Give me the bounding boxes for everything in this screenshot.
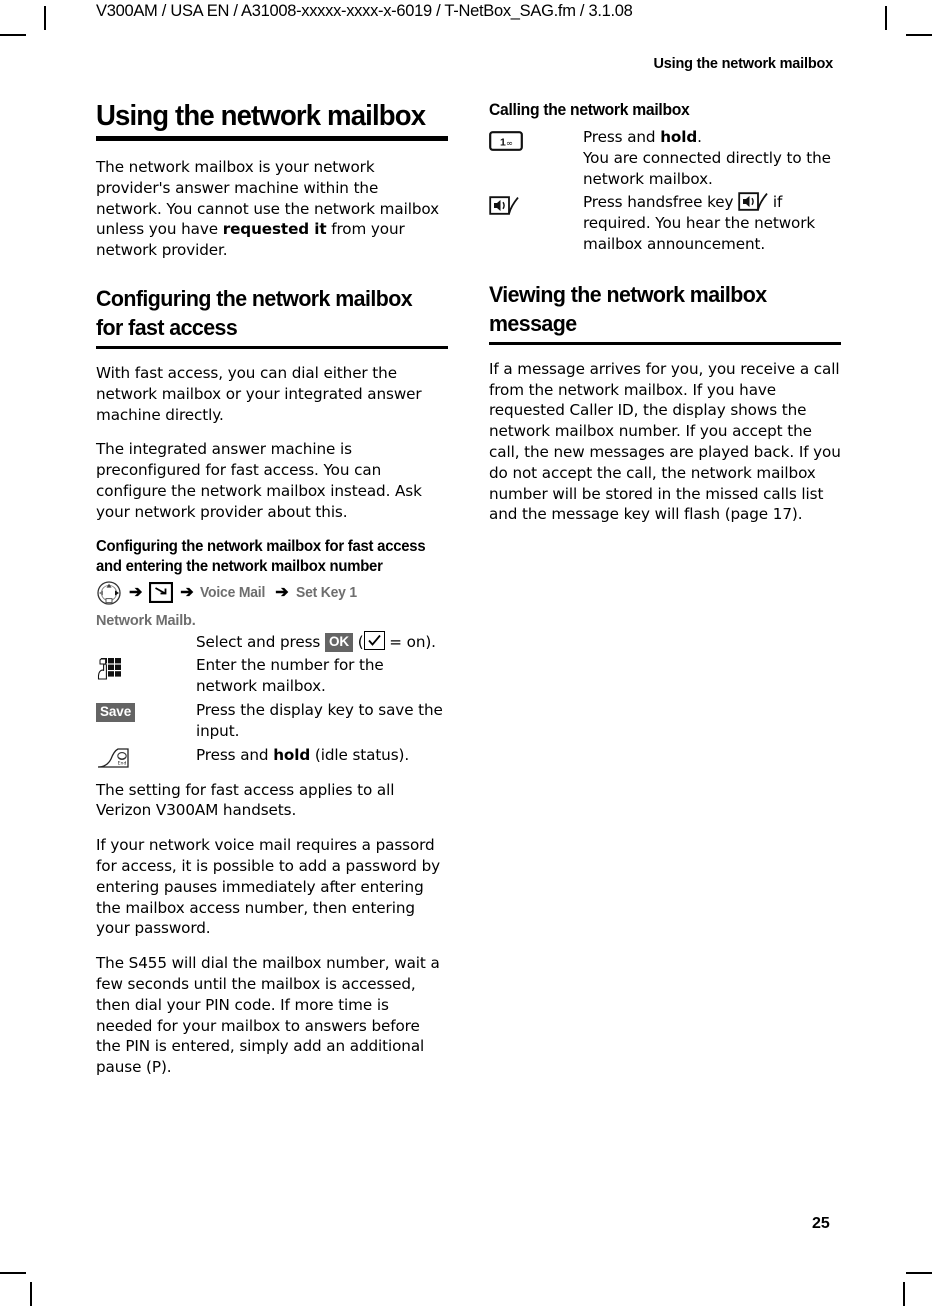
- path-arrow-icon-1: ➔: [129, 583, 143, 601]
- step-icon-empty: [96, 631, 196, 633]
- paragraph-integrated-answer-machine: The integrated answer machine is preconf…: [96, 440, 422, 521]
- svg-text:End: End: [118, 760, 127, 766]
- crop-mark-bottom-left-horizontal: [0, 1272, 26, 1274]
- step-text-hf-before: Press handsfree key: [583, 193, 739, 212]
- step-list: Select and press OK ( = on). Enter the n…: [96, 630, 448, 769]
- crop-mark-top-left-vertical: [44, 6, 46, 30]
- navigation-key-icon: [96, 580, 122, 605]
- step-icon-end-key: End: [96, 745, 196, 769]
- menu-path: ➔ ➔ Voice Mail ➔ Set Key 1: [96, 580, 448, 605]
- path-arrow-icon-2: ➔: [180, 583, 194, 601]
- svg-text:∞: ∞: [506, 138, 513, 148]
- save-softkey-badge[interactable]: Save: [96, 702, 136, 722]
- step-text-enter-number: Enter the number for the network mailbox…: [196, 656, 384, 696]
- step-text-ph-bold: hold: [660, 128, 698, 146]
- page-number: 25: [812, 1215, 830, 1232]
- subheading-configuring-entering: Configuring the network mailbox for fast…: [96, 537, 426, 575]
- handsfree-key-icon-inline: [738, 192, 768, 212]
- section-heading-viewing: Viewing the network mailbox message: [489, 281, 767, 336]
- step-text-hold-bold: hold: [273, 745, 311, 764]
- keypad-icon: [96, 657, 122, 683]
- crop-mark-top-right-vertical: [885, 6, 887, 30]
- step-row-save: Save Press the display key to save the i…: [96, 700, 448, 742]
- section-heading-configuring: Configuring the network mailbox for fast…: [96, 285, 413, 340]
- step-list-calling: 1 ∞ Press and hold. You are connected dir…: [489, 127, 841, 255]
- handsfree-key-icon: [489, 196, 519, 216]
- document-file-info: V300AM / USA EN / A31008-xxxxx-xxxx-x-60…: [96, 2, 633, 20]
- checkbox-checked-icon: [363, 630, 385, 650]
- paragraph-setting-applies: The setting for fast access applies to a…: [96, 780, 395, 820]
- step-text-press-hold-1: Press and hold. You are connected directl…: [583, 127, 841, 189]
- intro-text-bold: requested it: [222, 220, 327, 239]
- step-text-select: Select and press OK ( = on).: [196, 630, 448, 653]
- crop-mark-bottom-left-vertical: [30, 1282, 32, 1306]
- crop-mark-bottom-right-vertical: [903, 1282, 905, 1306]
- ok-softkey-badge[interactable]: OK: [324, 632, 353, 652]
- page-title: Using the network mailbox: [96, 100, 426, 132]
- menu-path-item-set-key-1: Set Key 1: [295, 584, 357, 601]
- step-text-hold-after: (idle status).: [310, 745, 410, 764]
- step-text-hold: Press and hold (idle status).: [196, 745, 448, 766]
- section-heading-rule: [96, 345, 448, 349]
- crop-mark-top-left-horizontal: [0, 34, 26, 36]
- paragraph-password: If your network voice mail requires a pa…: [96, 836, 440, 938]
- crop-mark-top-right-horizontal: [906, 34, 932, 36]
- step-icon-handsfree: [489, 192, 583, 216]
- step-row-press-hold-1: 1 ∞ Press and hold. You are connected dir…: [489, 127, 841, 189]
- step-text-select-end: = on).: [384, 632, 436, 651]
- step-text-select-mid: (: [353, 632, 364, 651]
- running-head: Using the network mailbox: [653, 56, 834, 72]
- step-text-save: Press the display key to save the input.: [196, 700, 443, 740]
- step-row-hold: End Press and hold (idle status).: [96, 745, 448, 769]
- step-icon-save: Save: [96, 700, 196, 722]
- end-key-icon: End: [96, 747, 130, 769]
- right-column: Calling the network mailbox 1 ∞ Press an…: [489, 100, 841, 525]
- crop-mark-bottom-right-horizontal: [906, 1272, 932, 1274]
- step-text-select-before: Select and press: [196, 632, 325, 651]
- step-text-ph-after: .: [697, 128, 702, 146]
- step-text-ph-line2: You are connected directly to the networ…: [583, 148, 831, 188]
- subheading-calling: Calling the network mailbox: [489, 101, 690, 119]
- step-icon-key-1: 1 ∞: [489, 127, 583, 151]
- step-row-handsfree: Press handsfree key if required. You hea…: [489, 192, 841, 254]
- key-1-icon: 1 ∞: [489, 130, 523, 151]
- left-column: Using the network mailbox The network ma…: [96, 100, 448, 1078]
- paragraph-s455-dial: The S455 will dial the mailbox number, w…: [96, 954, 440, 1077]
- section-heading-viewing-rule: [489, 341, 841, 345]
- title-rule: [96, 136, 448, 141]
- intro-paragraph: The network mailbox is your network prov…: [96, 157, 448, 261]
- step-text-hold-before: Press and: [196, 745, 274, 764]
- paragraph-message-arrives: If a message arrives for you, you receiv…: [489, 359, 841, 524]
- step-text-ph-before: Press and: [583, 128, 661, 146]
- step-row-select: Select and press OK ( = on).: [96, 630, 448, 653]
- step-row-enter-number: Enter the number for the network mailbox…: [96, 655, 448, 697]
- message-key-icon: [149, 581, 174, 604]
- paragraph-fast-access: With fast access, you can dial either th…: [96, 363, 422, 424]
- menu-path-item-voice-mail: Voice Mail: [200, 584, 266, 601]
- menu-selected-item: Network Mailb.: [96, 612, 196, 629]
- step-text-handsfree: Press handsfree key if required. You hea…: [583, 192, 841, 254]
- path-arrow-icon-3: ➔: [275, 583, 289, 601]
- step-icon-keypad: [96, 655, 196, 683]
